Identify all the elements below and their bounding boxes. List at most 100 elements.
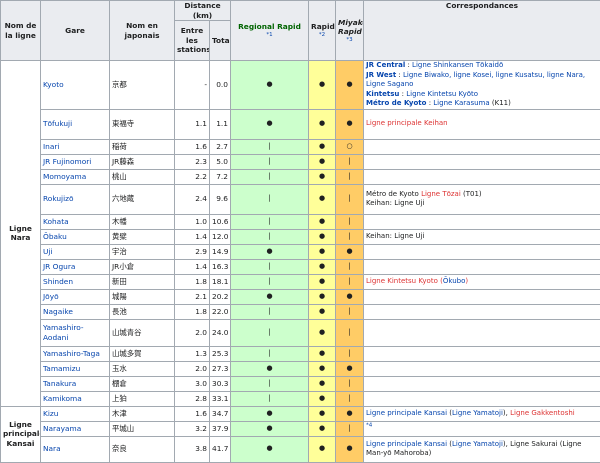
miyakoji-stop: | (336, 391, 364, 406)
station-japanese: 棚倉 (110, 376, 175, 391)
distance-between: 3.0 (175, 376, 210, 391)
corr-link[interactable]: Ligne Karasuma (433, 99, 489, 107)
corr-operator[interactable]: Métro de Kyoto (366, 99, 426, 107)
station-name: Tōfukuji (41, 109, 110, 139)
corr-link[interactable]: Ligne Yamatoji (452, 440, 503, 448)
regional-stop: | (231, 184, 309, 214)
station-link[interactable]: Kyoto (43, 80, 64, 89)
station-name: Tamamizu (41, 361, 110, 376)
correspondances-kyoto: JR Central : Ligne Shinkansen Tōkaidō JR… (364, 61, 600, 110)
regional-stop: | (231, 229, 309, 244)
station-name: Shinden (41, 274, 110, 289)
footnote-ref[interactable]: *4 (366, 422, 372, 428)
station-link[interactable]: Kizu (43, 409, 58, 418)
rapid-stop: ● (309, 319, 336, 346)
station-table: Nom de la ligne Gare Nom en japonais Dis… (0, 0, 600, 463)
miyakoji-stop: | (336, 259, 364, 274)
station-link[interactable]: JR Ogura (43, 262, 75, 271)
corr-operator[interactable]: Kintetsu (366, 90, 399, 98)
corr-link[interactable]: Ligne principale Kansai (366, 409, 447, 417)
station-link[interactable]: Momoyama (43, 172, 86, 181)
station-link[interactable]: Yamashiro-Taga (43, 349, 100, 358)
station-link[interactable]: Tamamizu (43, 364, 80, 373)
station-name: Rokujizō (41, 184, 110, 214)
station-link[interactable]: Inari (43, 142, 60, 151)
station-link[interactable]: Uji (43, 247, 53, 256)
station-name: Kyoto (41, 61, 110, 110)
distance-between: 2.8 (175, 391, 210, 406)
corr-link[interactable]: Ligne Kintetsu Kyoto (366, 277, 438, 285)
distance-total: 27.3 (210, 361, 231, 376)
station-link[interactable]: Tōfukuji (43, 119, 72, 128)
line-cell-nara: Ligne Nara (1, 61, 41, 407)
distance-total: 33.1 (210, 391, 231, 406)
distance-total: 12.0 (210, 229, 231, 244)
station-link[interactable]: Kamikoma (43, 394, 82, 403)
station-link[interactable]: Kohata (43, 217, 69, 226)
rapid-stop: ● (309, 214, 336, 229)
corr-link[interactable]: Ōkubo (443, 277, 466, 285)
correspondances (364, 289, 600, 304)
corr-link[interactable]: Ligne Gakkentoshi (510, 409, 575, 417)
corr-link[interactable]: Ligne Shinkansen Tōkaidō (412, 61, 503, 69)
station-link[interactable]: Rokujizō (43, 194, 74, 203)
distance-total: 37.9 (210, 421, 231, 436)
distance-total: 0.0 (210, 61, 231, 110)
header-rapid-note[interactable]: *2 (311, 32, 333, 39)
rapid-stop: ● (309, 139, 336, 154)
station-link[interactable]: Nara (43, 444, 61, 453)
station-japanese: 京都 (110, 61, 175, 110)
corr-sep: : (396, 71, 403, 79)
distance-total: 1.1 (210, 109, 231, 139)
corr-sep: ) (465, 277, 468, 285)
regional-stop: | (231, 214, 309, 229)
corr-link[interactable]: Ligne principale Kansai (366, 440, 447, 448)
corr-link[interactable]: Ligne Tōzai (421, 190, 461, 198)
correspondances-obaku: Keihan: Ligne Uji (364, 229, 600, 244)
header-regional-note[interactable]: *1 (233, 32, 306, 39)
distance-total: 25.3 (210, 346, 231, 361)
corr-link[interactable]: Ligne Kintetsu Kyōto (406, 90, 478, 98)
distance-total: 14.9 (210, 244, 231, 259)
header-miyakoji-note[interactable]: *3 (338, 37, 361, 44)
corr-operator[interactable]: JR West (366, 71, 396, 79)
correspondances-nara: Ligne principale Kansai (Ligne Yamatoji)… (364, 436, 600, 462)
correspondances (364, 259, 600, 274)
station-name: Kizu (41, 406, 110, 421)
distance-between: 1.8 (175, 304, 210, 319)
station-name: Narayama (41, 421, 110, 436)
station-japanese: 山城青谷 (110, 319, 175, 346)
distance-total: 18.1 (210, 274, 231, 289)
station-name: Ōbaku (41, 229, 110, 244)
miyakoji-stop: | (336, 169, 364, 184)
corr-line: JR Central : Ligne Shinkansen Tōkaidō (366, 61, 598, 71)
miyakoji-stop: | (336, 346, 364, 361)
station-link[interactable]: JR Fujinomori (43, 157, 91, 166)
rapid-stop: ● (309, 274, 336, 289)
miyakoji-stop: ● (336, 406, 364, 421)
station-link[interactable]: Jōyō (43, 292, 59, 301)
station-link[interactable]: Shinden (43, 277, 73, 286)
distance-between: 2.0 (175, 361, 210, 376)
station-link[interactable]: Ōbaku (43, 232, 67, 241)
correspondances (364, 361, 600, 376)
miyakoji-stop: ● (336, 109, 364, 139)
distance-total: 10.6 (210, 214, 231, 229)
station-link[interactable]: Narayama (43, 424, 81, 433)
station-link[interactable]: Tanakura (43, 379, 76, 388)
station-link[interactable]: Nagaike (43, 307, 73, 316)
station-link[interactable]: Yamashiro-Aodani (43, 323, 84, 342)
corr-operator[interactable]: JR Central (366, 61, 405, 69)
corr-link[interactable]: Ligne principale Keihan (366, 119, 448, 127)
rapid-stop: ● (309, 391, 336, 406)
corr-code: (T01) (461, 190, 482, 198)
regional-stop: ● (231, 361, 309, 376)
corr-link[interactable]: Ligne Yamatoji (452, 409, 503, 417)
distance-total: 16.3 (210, 259, 231, 274)
regional-stop: | (231, 274, 309, 289)
station-japanese: 六地蔵 (110, 184, 175, 214)
miyakoji-stop: | (336, 214, 364, 229)
distance-between: 1.0 (175, 214, 210, 229)
corr-code: (K11) (490, 99, 511, 107)
station-japanese: JR小倉 (110, 259, 175, 274)
